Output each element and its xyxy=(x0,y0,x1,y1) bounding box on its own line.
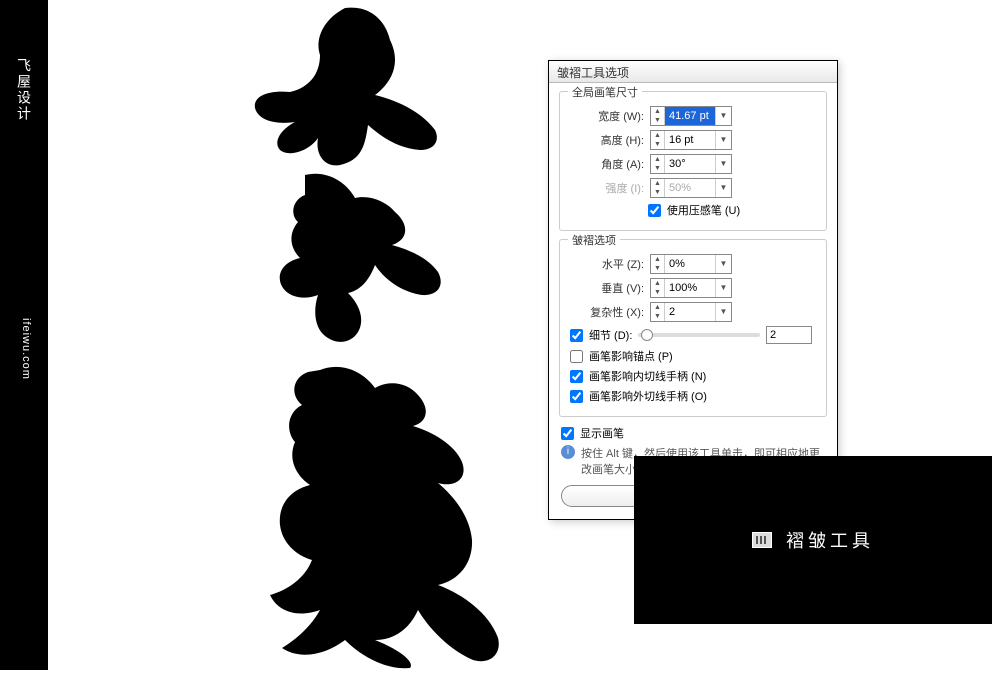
detail-checkbox[interactable] xyxy=(570,329,583,342)
height-spinner[interactable]: ▲▼▼ xyxy=(650,130,732,150)
detail-slider[interactable] xyxy=(638,333,760,337)
pressure-pen-label: 使用压感笔 (U) xyxy=(667,202,740,218)
calligraphy-artwork xyxy=(140,0,500,670)
dialog-title: 皱褶工具选项 xyxy=(557,66,629,80)
height-input[interactable] xyxy=(665,131,715,149)
width-input[interactable] xyxy=(665,107,715,125)
chevron-down-icon[interactable]: ▼ xyxy=(715,107,731,125)
brand-sidebar: 飞屋设计 ifeiwu.com xyxy=(0,0,48,670)
angle-label: 角度 (A): xyxy=(568,156,650,172)
chevron-down-icon[interactable]: ▼ xyxy=(715,155,731,173)
horizontal-spinner[interactable]: ▲▼▼ xyxy=(650,254,732,274)
chevron-down-icon[interactable]: ▼ xyxy=(715,255,731,273)
vertical-label: 垂直 (V): xyxy=(568,280,650,296)
show-brush-checkbox[interactable] xyxy=(561,427,574,440)
chevron-down-icon[interactable]: ▼ xyxy=(715,303,731,321)
wrinkle-tool-icon xyxy=(752,532,772,548)
brand-name: 飞屋设计 xyxy=(14,58,34,122)
wrinkle-options-group: 皱褶选项 水平 (Z): ▲▼▼ 垂直 (V): ▲▼▼ 复杂性 (X): ▲▼… xyxy=(559,239,827,417)
inner-tangent-checkbox[interactable] xyxy=(570,370,583,383)
anchor-checkbox[interactable] xyxy=(570,350,583,363)
outer-tangent-label: 画笔影响外切线手柄 (O) xyxy=(589,388,707,404)
detail-label: 细节 (D): xyxy=(589,327,632,343)
chevron-down-icon[interactable]: ▼ xyxy=(715,131,731,149)
inner-tangent-label: 画笔影响内切线手柄 (N) xyxy=(589,368,706,384)
info-icon: i xyxy=(561,445,575,459)
dialog-titlebar[interactable]: 皱褶工具选项 xyxy=(549,61,837,83)
tool-tooltip: 褶皱工具 xyxy=(634,456,992,624)
complexity-label: 复杂性 (X): xyxy=(568,304,650,320)
complexity-spinner[interactable]: ▲▼▼ xyxy=(650,302,732,322)
show-brush-label: 显示画笔 xyxy=(580,425,624,441)
wrinkle-tool-options-dialog: 皱褶工具选项 全局画笔尺寸 宽度 (W): ▲▼▼ 高度 (H): ▲▼▼ 角度… xyxy=(548,60,838,520)
complexity-input[interactable] xyxy=(665,303,715,321)
width-spinner[interactable]: ▲▼▼ xyxy=(650,106,732,126)
horizontal-input[interactable] xyxy=(665,255,715,273)
angle-spinner[interactable]: ▲▼▼ xyxy=(650,154,732,174)
global-brush-size-group: 全局画笔尺寸 宽度 (W): ▲▼▼ 高度 (H): ▲▼▼ 角度 (A): ▲… xyxy=(559,91,827,231)
vertical-spinner[interactable]: ▲▼▼ xyxy=(650,278,732,298)
horizontal-label: 水平 (Z): xyxy=(568,256,650,272)
chevron-down-icon[interactable]: ▼ xyxy=(715,279,731,297)
outer-tangent-checkbox[interactable] xyxy=(570,390,583,403)
height-label: 高度 (H): xyxy=(568,132,650,148)
angle-input[interactable] xyxy=(665,155,715,173)
width-label: 宽度 (W): xyxy=(568,108,650,124)
anchor-label: 画笔影响锚点 (P) xyxy=(589,348,673,364)
vertical-input[interactable] xyxy=(665,279,715,297)
detail-value[interactable] xyxy=(766,326,812,344)
brand-url: ifeiwu.com xyxy=(20,318,32,380)
intensity-spinner: ▲▼▼ xyxy=(650,178,732,198)
pressure-pen-checkbox[interactable] xyxy=(648,204,661,217)
tool-name: 褶皱工具 xyxy=(786,527,874,553)
intensity-input xyxy=(665,179,715,197)
group-legend: 皱褶选项 xyxy=(568,232,620,248)
group-legend: 全局画笔尺寸 xyxy=(568,84,642,100)
chevron-down-icon: ▼ xyxy=(715,179,731,197)
intensity-label: 强度 (I): xyxy=(568,180,650,196)
